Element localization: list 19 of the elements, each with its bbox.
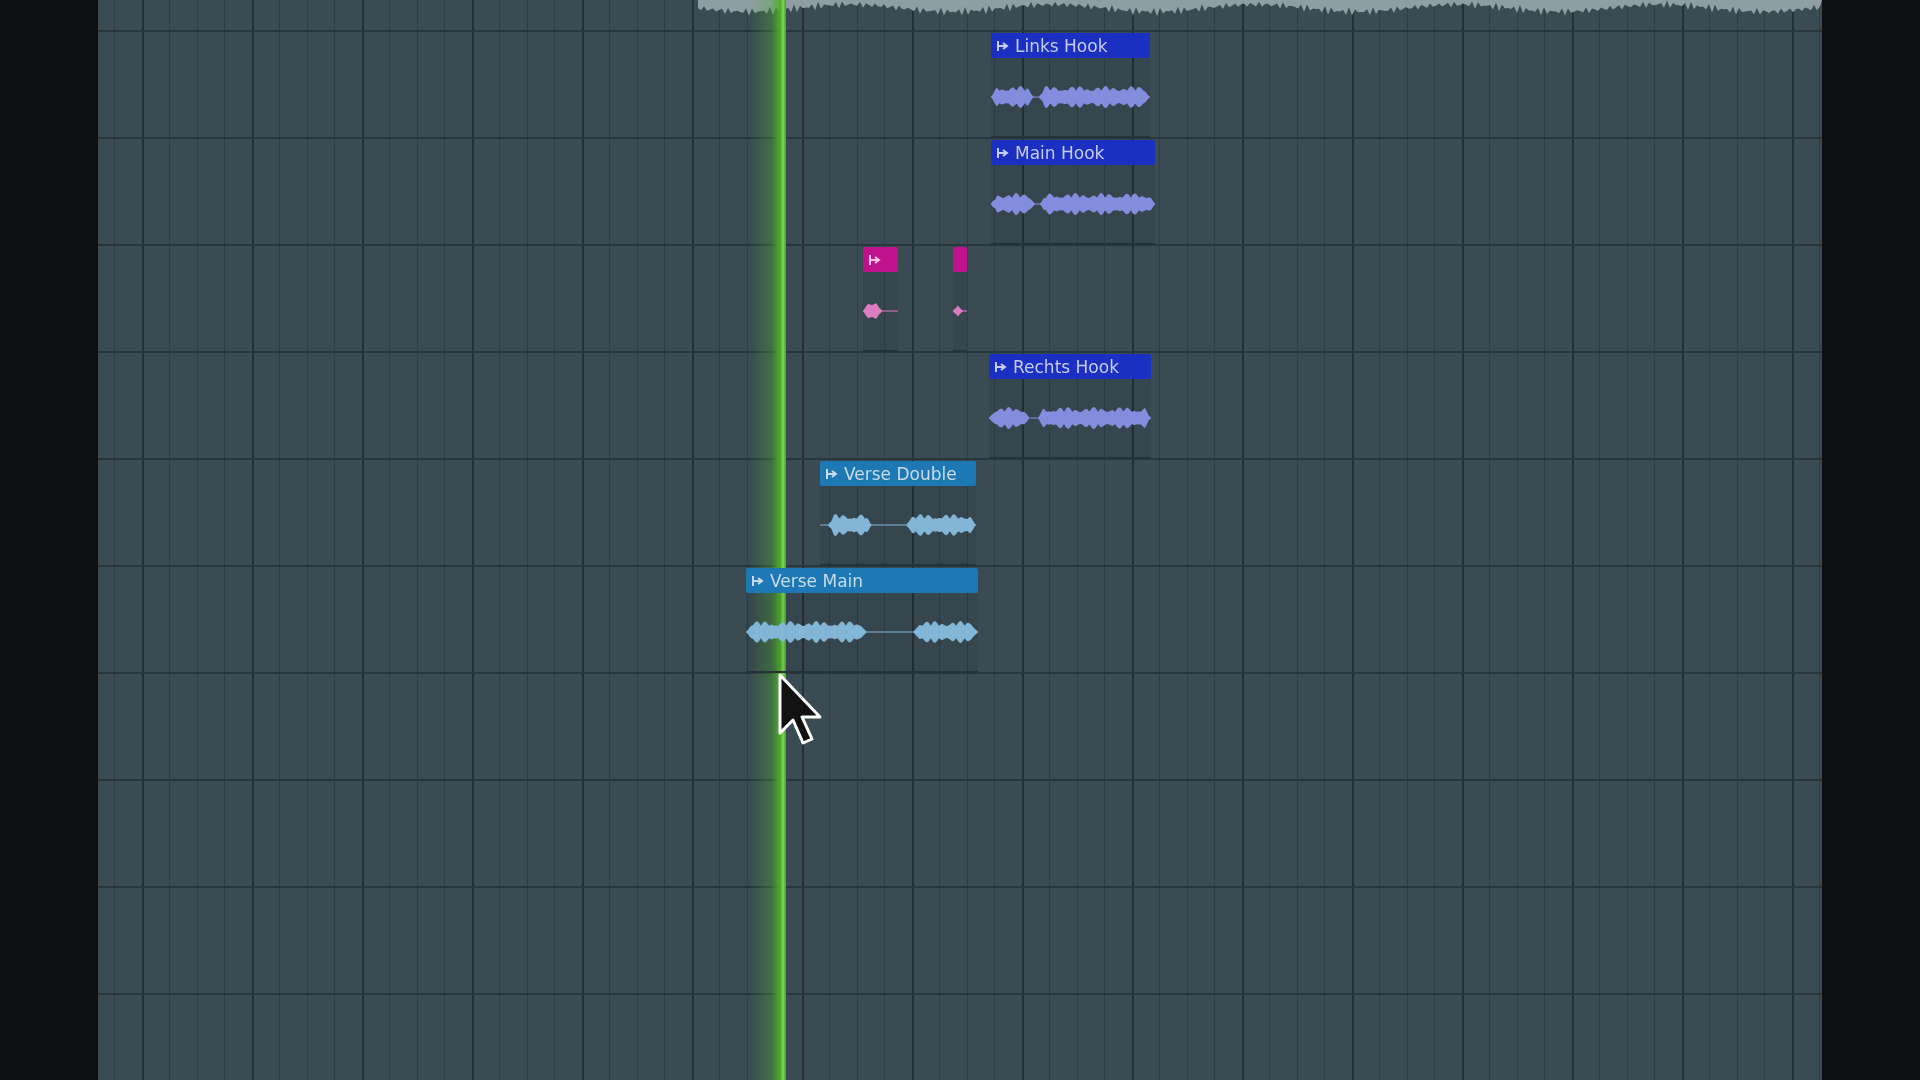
clip-header[interactable] [863,247,898,272]
audio-clip-icon [826,468,838,479]
clip-name: Verse Double [844,463,957,484]
clip-name: Verse Main [770,570,864,591]
audio-clip-icon [869,254,881,265]
clip-name: Main Hook [1015,142,1105,163]
clip-header[interactable]: Verse Main [746,568,978,593]
clip-header[interactable]: Verse Double [820,461,976,486]
clip-header[interactable]: Main Hook [991,140,1155,165]
audio-clip-icon [997,40,1009,51]
audio-clip-icon [997,147,1009,158]
clip-header[interactable]: Links Hook [991,33,1150,58]
clip-name: Rechts Hook [1013,356,1119,377]
audio-clip-icon [995,361,1007,372]
clip-header[interactable]: Rechts Hook [989,354,1151,379]
audio-clip-icon [752,575,764,586]
clip-header[interactable] [953,247,967,272]
mouse-pointer-icon [778,673,824,745]
clip-name: Links Hook [1015,35,1108,56]
